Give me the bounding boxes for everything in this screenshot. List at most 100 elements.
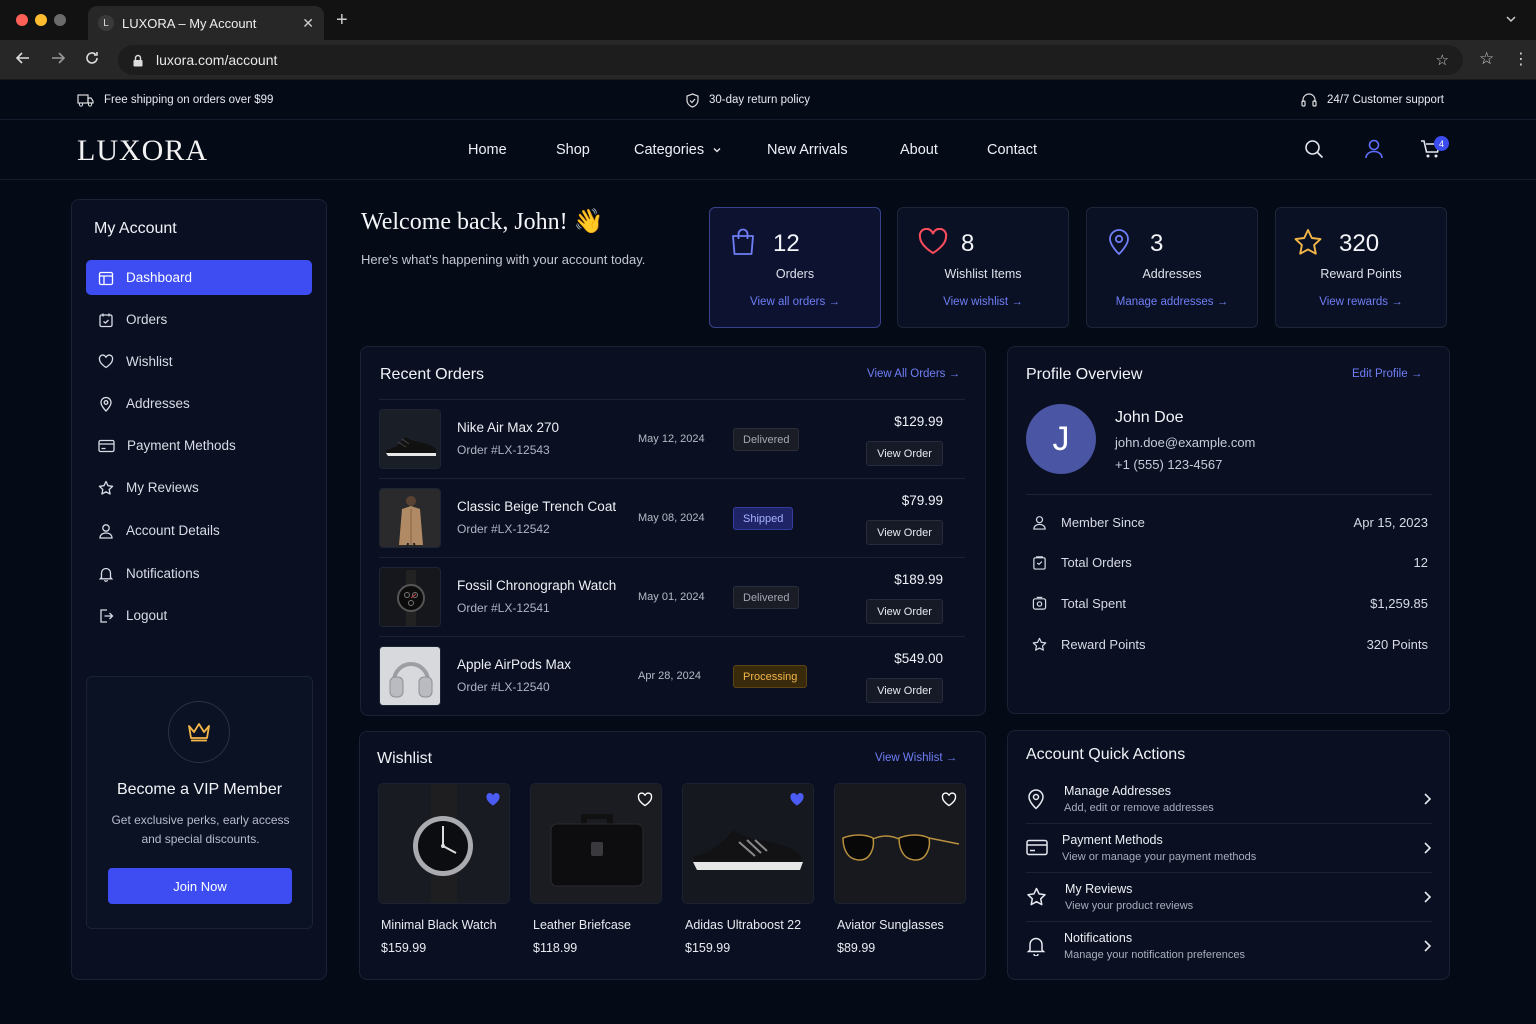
nav-contact[interactable]: Contact xyxy=(987,142,1037,158)
close-window-button[interactable] xyxy=(16,14,28,26)
order-row[interactable]: Classic Beige Trench Coat Order #LX-1254… xyxy=(379,478,965,557)
stat-value: 12 xyxy=(773,230,800,257)
view-order-button[interactable]: View Order xyxy=(866,599,943,624)
order-price: $129.99 xyxy=(894,414,943,429)
heart-outline-icon[interactable] xyxy=(941,792,957,807)
profile-email: john.doe@example.com xyxy=(1115,435,1256,450)
support-text: 24/7 Customer support xyxy=(1327,94,1444,106)
view-order-button[interactable]: View Order xyxy=(866,678,943,703)
sidebar-item-notifications[interactable]: Notifications xyxy=(86,556,312,591)
address-bar[interactable]: luxora.com/account ☆ xyxy=(118,45,1463,75)
star-icon xyxy=(1032,637,1047,651)
nav-new-arrivals[interactable]: New Arrivals xyxy=(767,142,848,158)
sidebar-item-wishlist[interactable]: Wishlist xyxy=(86,344,312,379)
link-text: View Wishlist xyxy=(875,752,943,764)
chevron-right-icon xyxy=(1424,841,1432,854)
order-row[interactable]: Apple AirPods Max Order #LX-12540 Apr 28… xyxy=(379,636,965,715)
action-title: My Reviews xyxy=(1065,881,1133,896)
browser-tab[interactable]: L LUXORA – My Account ✕ xyxy=(88,6,324,40)
quick-actions-title: Account Quick Actions xyxy=(1026,746,1186,763)
sidebar-item-account-details[interactable]: Account Details xyxy=(86,513,312,548)
status-badge: Delivered xyxy=(733,428,800,451)
quick-action-notifications[interactable]: Notifications Manage your notification pr… xyxy=(1026,921,1432,970)
chevron-right-icon xyxy=(1424,890,1432,903)
browser-menu-icon[interactable]: ⋮ xyxy=(1513,49,1529,69)
view-all-orders-link[interactable]: View All Orders → xyxy=(867,368,960,380)
profile-phone: +1 (555) 123-4567 xyxy=(1115,457,1223,472)
order-row[interactable]: Nike Air Max 270 Order #LX-12543 May 12,… xyxy=(379,399,965,478)
stat-card-reward-points[interactable]: 320 Reward Points View rewards → xyxy=(1275,207,1447,328)
reload-icon[interactable] xyxy=(84,50,100,71)
action-title: Payment Methods xyxy=(1062,832,1163,847)
view-rewards-link[interactable]: View rewards → xyxy=(1276,296,1446,308)
site-logo[interactable]: LUXORA xyxy=(77,134,208,168)
order-date: Apr 28, 2024 xyxy=(638,670,701,682)
nav-categories[interactable]: Categories xyxy=(634,142,722,158)
welcome-heading: Welcome back, John! 👋 xyxy=(361,209,604,235)
account-user-icon[interactable] xyxy=(1365,139,1383,162)
order-product-name: Apple AirPods Max xyxy=(457,657,572,672)
bookmark-star-icon[interactable]: ☆ xyxy=(1436,51,1449,69)
edit-profile-link[interactable]: Edit Profile → xyxy=(1352,368,1422,380)
order-number: Order #LX-12541 xyxy=(457,601,550,615)
avatar: J xyxy=(1026,404,1096,474)
view-wishlist-link[interactable]: View wishlist → xyxy=(898,296,1068,308)
row-label: Reward Points xyxy=(1061,636,1146,652)
wishlist-title: Wishlist xyxy=(377,750,433,767)
view-order-button[interactable]: View Order xyxy=(866,520,943,545)
shopping-bag-icon xyxy=(730,228,756,259)
location-pin-icon xyxy=(1107,228,1131,259)
new-tab-icon[interactable]: + xyxy=(336,9,348,32)
sidebar-item-dashboard[interactable]: Dashboard xyxy=(86,260,312,295)
sidebar-item-label: Dashboard xyxy=(126,270,193,285)
support-notice: 24/7 Customer support xyxy=(1301,92,1444,108)
quick-actions-panel: Account Quick Actions Manage Addresses Ad… xyxy=(1007,730,1450,980)
extensions-star-icon[interactable]: ☆ xyxy=(1479,49,1494,69)
view-order-button[interactable]: View Order xyxy=(866,441,943,466)
order-date: May 01, 2024 xyxy=(638,591,705,603)
sidebar-item-my-reviews[interactable]: My Reviews xyxy=(86,470,312,505)
sidebar-item-addresses[interactable]: Addresses xyxy=(86,386,312,421)
order-row[interactable]: Fossil Chronograph Watch Order #LX-12541… xyxy=(379,557,965,636)
maximize-window-button[interactable] xyxy=(54,14,66,26)
wishlist-item[interactable]: Aviator Sunglasses $89.99 xyxy=(834,783,966,955)
sneaker-thumbnail xyxy=(379,409,441,469)
forward-arrow-icon[interactable] xyxy=(50,50,66,71)
manage-addresses-link[interactable]: Manage addresses → xyxy=(1087,296,1257,308)
user-icon xyxy=(1033,515,1046,530)
sidebar-item-orders[interactable]: Orders xyxy=(86,302,312,337)
close-tab-icon[interactable]: ✕ xyxy=(302,15,314,32)
quick-action-manage-addresses[interactable]: Manage Addresses Add, edit or remove addr… xyxy=(1026,774,1432,823)
stat-card-wishlist[interactable]: 8 Wishlist Items View wishlist → xyxy=(897,207,1069,328)
stat-card-orders[interactable]: 12 Orders View all orders → xyxy=(709,207,881,328)
total-spent-row: Total Spent $1,259.85 xyxy=(1032,593,1428,613)
sidebar-item-logout[interactable]: Logout xyxy=(86,598,312,633)
card-icon xyxy=(98,439,115,452)
sidebar-item-payment-methods[interactable]: Payment Methods xyxy=(86,428,312,463)
nav-shop[interactable]: Shop xyxy=(556,142,590,158)
truck-icon xyxy=(77,93,94,107)
quick-action-my-reviews[interactable]: My Reviews View your product reviews xyxy=(1026,872,1432,921)
sunglasses-image xyxy=(834,783,966,904)
wishlist-item[interactable]: Leather Briefcase $118.99 xyxy=(530,783,662,955)
wishlist-item[interactable]: Adidas Ultraboost 22 $159.99 xyxy=(682,783,814,955)
heart-filled-icon[interactable] xyxy=(485,792,501,807)
stat-card-addresses[interactable]: 3 Addresses Manage addresses → xyxy=(1086,207,1258,328)
tab-menu-chevron-icon[interactable] xyxy=(1504,12,1518,29)
nav-about[interactable]: About xyxy=(900,142,938,158)
back-arrow-icon[interactable] xyxy=(15,50,31,71)
sneaker-image xyxy=(682,783,814,904)
heart-filled-icon[interactable] xyxy=(789,792,805,807)
sidebar-item-label: Wishlist xyxy=(126,354,173,369)
wishlist-item[interactable]: Minimal Black Watch $159.99 xyxy=(378,783,510,955)
heart-outline-icon[interactable] xyxy=(637,792,653,807)
view-wishlist-link[interactable]: View Wishlist → xyxy=(875,752,957,764)
wishlist-item-price: $118.99 xyxy=(533,941,578,955)
profile-overview-title: Profile Overview xyxy=(1026,366,1143,383)
minimize-window-button[interactable] xyxy=(35,14,47,26)
view-all-orders-link[interactable]: View all orders → xyxy=(710,296,880,308)
nav-home[interactable]: Home xyxy=(468,142,507,158)
join-now-button[interactable]: Join Now xyxy=(108,868,292,904)
quick-action-payment-methods[interactable]: Payment Methods View or manage your payme… xyxy=(1026,823,1432,872)
search-icon[interactable] xyxy=(1304,139,1324,162)
